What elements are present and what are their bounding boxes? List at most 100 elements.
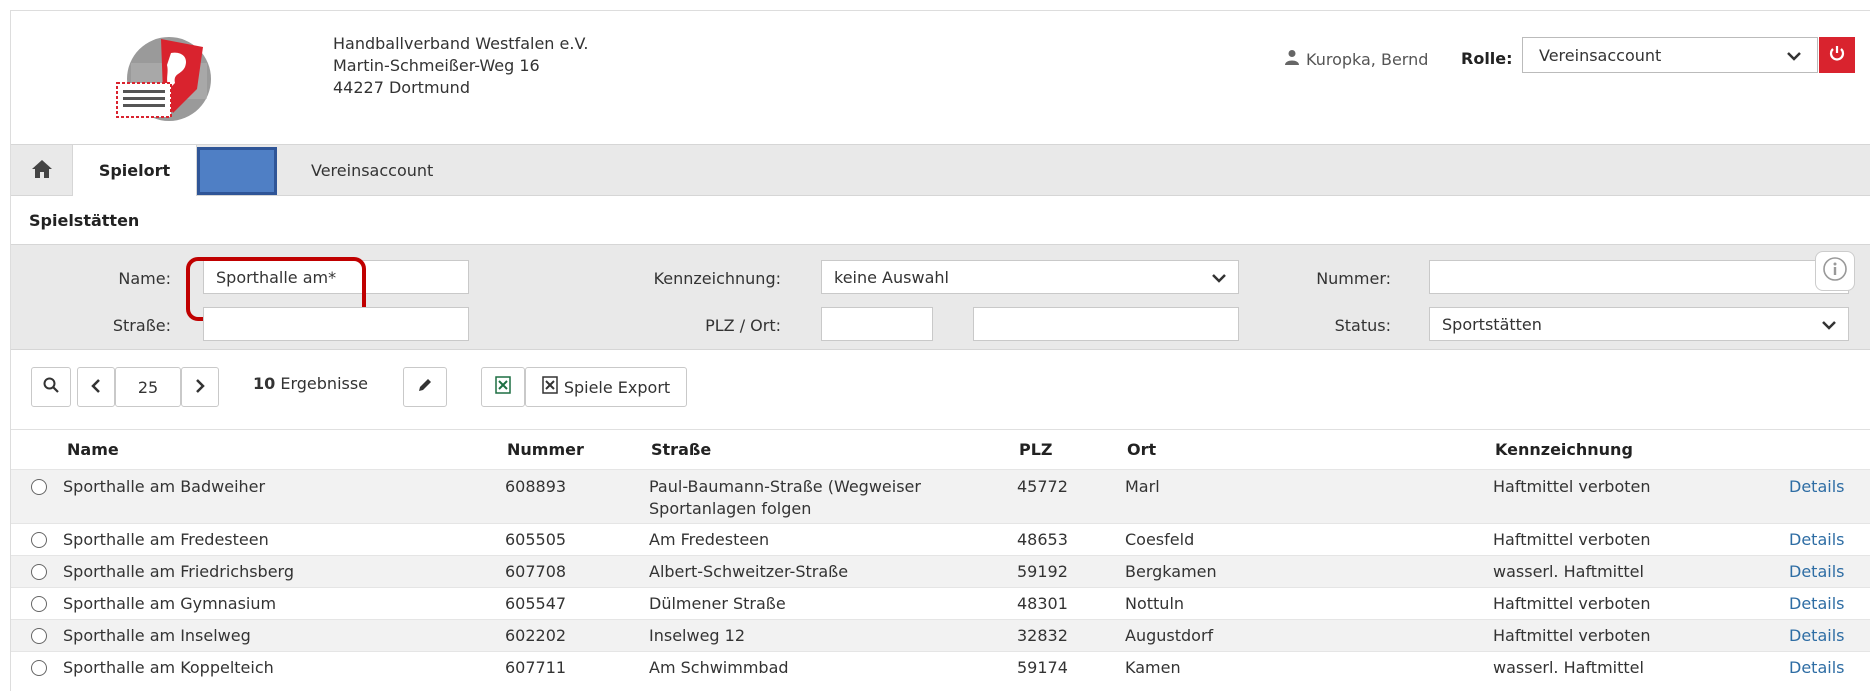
- cell-plz: 32832: [1017, 626, 1068, 645]
- result-number: 10: [253, 374, 276, 393]
- search-button[interactable]: [31, 367, 71, 407]
- excel-icon: [542, 376, 558, 398]
- column-header-strasse[interactable]: Straße: [651, 440, 711, 459]
- pencil-icon: [417, 377, 433, 397]
- cell-kennzeichnung: Haftmittel verboten: [1493, 594, 1651, 613]
- chevron-down-icon: [1787, 46, 1801, 65]
- tab-redacted[interactable]: [197, 147, 277, 195]
- column-header-nummer[interactable]: Nummer: [507, 440, 584, 459]
- details-link[interactable]: Details: [1789, 529, 1844, 551]
- org-name: Handballverband Westfalen e.V.: [333, 34, 589, 53]
- cell-ort: Bergkamen: [1125, 562, 1217, 581]
- column-header-kennzeichnung[interactable]: Kennzeichnung: [1495, 440, 1633, 459]
- previous-page-button[interactable]: [77, 367, 115, 407]
- excel-icon: [495, 376, 511, 398]
- spiele-export-label: Spiele Export: [563, 377, 671, 397]
- cell-nummer: 602202: [505, 626, 567, 645]
- user-name: Kuropka, Bernd: [1306, 49, 1429, 69]
- table-row[interactable]: Sporthalle am Inselweg 602202 Inselweg 1…: [11, 619, 1870, 651]
- status-value: Sportstätten: [1442, 314, 1542, 334]
- cell-ort: Augustdorf: [1125, 626, 1214, 645]
- logout-button[interactable]: [1819, 37, 1855, 73]
- plz-input[interactable]: [821, 307, 933, 341]
- cell-name: Sporthalle am Inselweg: [63, 626, 251, 645]
- strasse-label: Straße:: [112, 316, 171, 335]
- row-radio[interactable]: [31, 532, 47, 548]
- chevron-left-icon: [91, 378, 101, 397]
- cell-kennzeichnung: wasserl. Haftmittel: [1493, 562, 1644, 581]
- edit-button[interactable]: [403, 367, 447, 407]
- details-link[interactable]: Details: [1789, 657, 1844, 679]
- spiele-export-button[interactable]: Spiele Export: [525, 367, 687, 407]
- cell-plz: 48301: [1017, 594, 1068, 613]
- user-icon: [1284, 49, 1300, 69]
- details-link[interactable]: Details: [1789, 593, 1844, 615]
- cell-plz: 48653: [1017, 530, 1068, 549]
- power-icon: [1828, 44, 1846, 66]
- org-street: Martin-Schmeißer-Weg 16: [333, 56, 540, 75]
- row-radio[interactable]: [31, 628, 47, 644]
- column-header-plz[interactable]: PLZ: [1019, 440, 1053, 459]
- strasse-input[interactable]: [203, 307, 469, 341]
- cell-strasse: Paul-Baumann-Straße (Wegweiser Sportanla…: [649, 476, 921, 520]
- nummer-input[interactable]: [1429, 260, 1849, 294]
- tab-home[interactable]: [11, 145, 73, 196]
- status-select[interactable]: Sportstätten: [1429, 307, 1849, 341]
- cell-nummer: 605505: [505, 530, 567, 549]
- next-page-button[interactable]: [181, 367, 219, 407]
- cell-name: Sporthalle am Koppelteich: [63, 658, 274, 677]
- cell-nummer: 607708: [505, 562, 567, 581]
- ort-input[interactable]: [973, 307, 1239, 341]
- row-radio[interactable]: [31, 660, 47, 676]
- status-label: Status:: [1334, 316, 1391, 335]
- current-user[interactable]: Kuropka, Bernd: [1284, 49, 1428, 69]
- cell-strasse-line2: Sportanlagen folgen: [649, 499, 812, 518]
- details-link[interactable]: Details: [1789, 625, 1844, 647]
- table-row[interactable]: Sporthalle am Badweiher 608893 Paul-Baum…: [11, 469, 1870, 523]
- info-icon: [1822, 256, 1848, 286]
- search-icon: [43, 377, 59, 397]
- cell-plz: 59192: [1017, 562, 1068, 581]
- kennzeichnung-label: Kennzeichnung:: [653, 269, 781, 288]
- row-radio[interactable]: [31, 596, 47, 612]
- result-toolbar: 25 10 Ergebnisse Spiele Export: [11, 350, 1870, 422]
- table-row[interactable]: Sporthalle am Fredesteen 605505 Am Frede…: [11, 523, 1870, 555]
- cell-strasse: Am Fredesteen: [649, 530, 770, 549]
- tab-spielort[interactable]: Spielort: [73, 145, 197, 196]
- hvw-logo: [111, 33, 217, 123]
- section-title: Spielstätten: [29, 211, 140, 230]
- home-icon: [31, 159, 53, 183]
- tab-vereinsaccount[interactable]: Vereinsaccount: [311, 145, 433, 196]
- tab-bar: Spielort Vereinsaccount: [11, 144, 1870, 196]
- page: Handballverband Westfalen e.V. Martin-Sc…: [10, 10, 1870, 691]
- row-radio[interactable]: [31, 564, 47, 580]
- info-button[interactable]: [1815, 251, 1855, 291]
- cell-name: Sporthalle am Fredesteen: [63, 530, 269, 549]
- cell-ort: Marl: [1125, 477, 1160, 496]
- cell-kennzeichnung: Haftmittel verboten: [1493, 530, 1651, 549]
- chevron-down-icon: [1212, 268, 1226, 287]
- kennzeichnung-select[interactable]: keine Auswahl: [821, 260, 1239, 294]
- result-count: 10 Ergebnisse: [253, 374, 368, 393]
- details-link[interactable]: Details: [1789, 476, 1844, 498]
- column-header-ort[interactable]: Ort: [1127, 440, 1156, 459]
- cell-ort: Kamen: [1125, 658, 1181, 677]
- column-header-name[interactable]: Name: [67, 440, 119, 459]
- rolle-label: Rolle:: [1461, 49, 1513, 68]
- nummer-label: Nummer:: [1316, 269, 1391, 288]
- cell-plz: 45772: [1017, 477, 1068, 496]
- chevron-down-icon: [1822, 315, 1836, 334]
- table-row[interactable]: Sporthalle am Koppelteich 607711 Am Schw…: [11, 651, 1870, 683]
- rolle-value: Vereinsaccount: [1539, 45, 1662, 65]
- table-row[interactable]: Sporthalle am Gymnasium 605547 Dülmener …: [11, 587, 1870, 619]
- cell-name: Sporthalle am Gymnasium: [63, 594, 277, 613]
- details-link[interactable]: Details: [1789, 561, 1844, 583]
- table-row[interactable]: Sporthalle am Friedrichsberg 607708 Albe…: [11, 555, 1870, 587]
- row-radio[interactable]: [31, 479, 47, 495]
- header: Handballverband Westfalen e.V. Martin-Sc…: [11, 11, 1870, 144]
- kennzeichnung-value: keine Auswahl: [834, 267, 949, 287]
- name-label: Name:: [118, 269, 171, 288]
- page-size-input[interactable]: 25: [115, 367, 181, 407]
- rolle-select[interactable]: Vereinsaccount: [1522, 37, 1818, 73]
- excel-export-button[interactable]: [481, 367, 525, 407]
